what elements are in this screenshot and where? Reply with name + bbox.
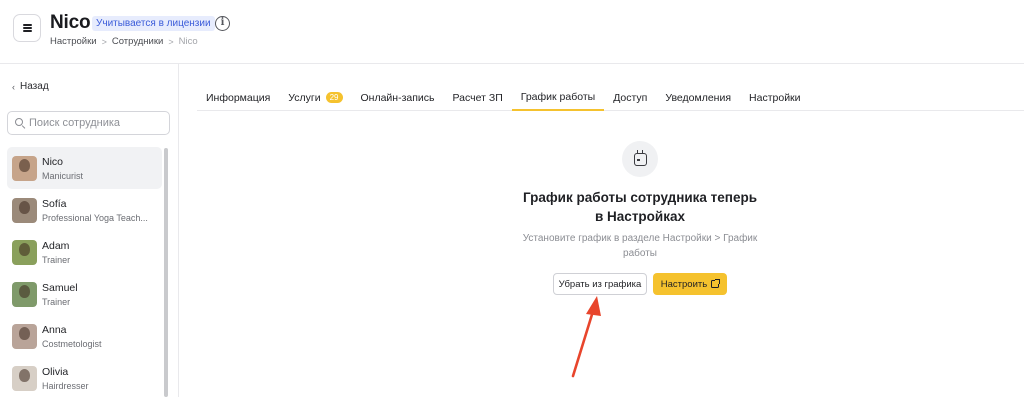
back-label: Назад xyxy=(20,81,49,92)
tab-schedule[interactable]: График работы xyxy=(511,84,605,111)
avatar xyxy=(12,323,37,349)
tab-label: Услуги xyxy=(288,91,321,104)
tab-label: Уведомления xyxy=(665,91,732,104)
tab-label: Доступ xyxy=(613,91,648,104)
employee-item-sofia[interactable]: Sofía Professional Yoga Teach... xyxy=(7,189,162,231)
page-title: Nico xyxy=(50,12,91,33)
employee-item-adam[interactable]: Adam Trainer xyxy=(7,231,162,273)
search-icon xyxy=(15,117,26,129)
tab-services[interactable]: Услуги 29 xyxy=(279,84,351,111)
avatar xyxy=(12,155,37,181)
employee-item-olivia[interactable]: Olivia Hairdresser xyxy=(7,357,162,397)
header-divider xyxy=(0,63,1024,64)
employee-tabs: Информация Услуги 29 Онлайн-запись Расчет… xyxy=(197,84,1024,111)
avatar xyxy=(12,197,37,223)
external-link-icon xyxy=(711,279,721,288)
schedule-moved-title: График работы сотрудника теперь в Настро… xyxy=(522,190,758,224)
breadcrumb-settings[interactable]: Настройки xyxy=(50,36,97,47)
avatar xyxy=(12,281,37,307)
employee-search[interactable] xyxy=(7,111,170,135)
employee-list: Nico Manicurist Sofía Professional Yoga … xyxy=(7,147,162,397)
breadcrumb-current: Nico xyxy=(178,36,198,47)
employee-name: Samuel xyxy=(42,281,78,294)
tab-label: График работы xyxy=(520,90,596,103)
sidebar-scrollbar[interactable] xyxy=(164,148,168,397)
employee-name: Adam xyxy=(42,239,70,252)
tab-notifications[interactable]: Уведомления xyxy=(656,84,740,111)
employee-role: Manicurist xyxy=(42,170,84,181)
tab-label: Информация xyxy=(206,91,271,104)
configure-button[interactable]: Настроить xyxy=(653,273,727,295)
employee-name: Olivia xyxy=(42,365,69,378)
tab-salary[interactable]: Расчет ЗП xyxy=(444,84,512,111)
employee-role: Costmetologist xyxy=(42,338,102,349)
tab-label: Настройки xyxy=(749,91,801,104)
menu-button[interactable] xyxy=(13,14,41,42)
tab-online-booking[interactable]: Онлайн-запись xyxy=(352,84,444,111)
employee-role: Professional Yoga Teach... xyxy=(42,212,148,223)
employee-role: Trainer xyxy=(42,296,71,307)
annotation-arrow-head xyxy=(586,296,601,316)
tab-label: Онлайн-запись xyxy=(360,91,435,104)
employee-name: Nico xyxy=(42,155,64,168)
license-badge: Учитывается в лицензии xyxy=(92,16,215,31)
breadcrumb: Настройки > Сотрудники > Nico xyxy=(50,36,198,47)
employee-name: Sofía xyxy=(42,197,67,210)
annotation-arrow-shaft xyxy=(571,306,596,378)
schedule-moved-subtitle: Установите график в разделе Настройки > … xyxy=(522,233,758,259)
sidebar-divider xyxy=(178,64,179,397)
tab-label: Расчет ЗП xyxy=(452,91,503,104)
back-link[interactable]: ‹ Назад xyxy=(12,81,49,92)
chevron-left-icon: ‹ xyxy=(12,81,15,92)
configure-button-label: Настроить xyxy=(660,278,708,290)
employee-name: Anna xyxy=(42,323,67,336)
employee-item-anna[interactable]: Anna Costmetologist xyxy=(7,315,162,357)
tab-settings[interactable]: Настройки xyxy=(740,84,810,111)
calendar-icon-wrapper xyxy=(622,141,658,177)
annotation-arrow xyxy=(571,296,601,378)
info-icon[interactable]: i xyxy=(215,16,230,31)
tab-info[interactable]: Информация xyxy=(197,84,279,111)
chevron-right-icon: > xyxy=(101,36,107,47)
employee-item-samuel[interactable]: Samuel Trainer xyxy=(7,273,162,315)
employee-role: Trainer xyxy=(42,254,71,265)
avatar xyxy=(12,365,37,391)
chevron-right-icon: > xyxy=(168,36,174,47)
calendar-icon xyxy=(633,149,647,166)
employee-role: Hairdresser xyxy=(42,380,89,391)
avatar xyxy=(12,239,37,265)
employee-item-nico[interactable]: Nico Manicurist xyxy=(7,147,162,189)
search-input[interactable] xyxy=(29,117,169,129)
hamburger-icon xyxy=(22,24,32,32)
services-count-badge: 29 xyxy=(325,92,343,103)
tab-access[interactable]: Доступ xyxy=(604,84,656,111)
breadcrumb-employees[interactable]: Сотрудники xyxy=(112,36,163,47)
